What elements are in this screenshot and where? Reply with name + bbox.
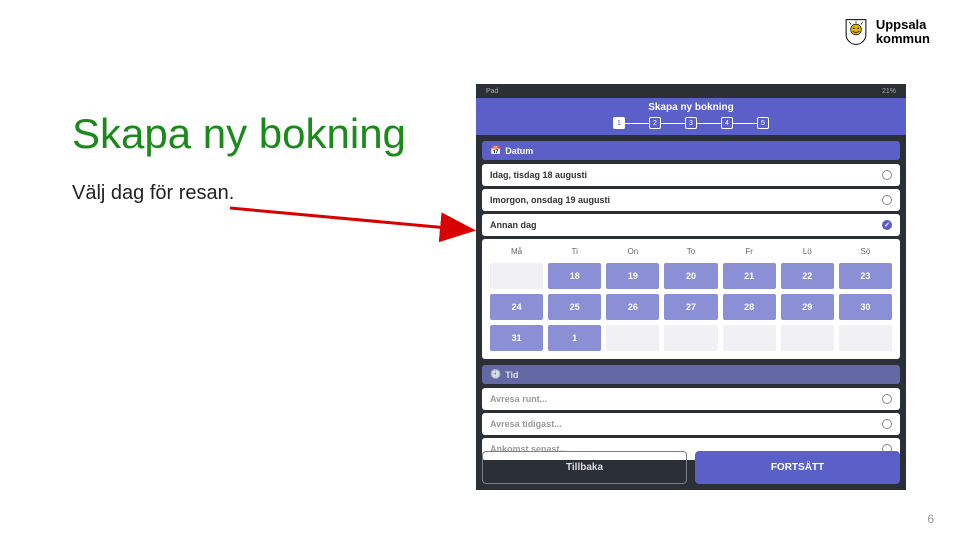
calendar-day[interactable]: 18 — [548, 263, 601, 289]
dow-label: Må — [490, 245, 543, 258]
calendar-empty-cell — [839, 325, 892, 351]
calendar-day[interactable]: 24 — [490, 294, 543, 320]
radio-unchecked-icon — [882, 195, 892, 205]
progress-stepper: 1 2 3 4 5 — [476, 117, 906, 129]
section-date-header: 📅 Datum — [482, 141, 900, 160]
step-4: 4 — [721, 117, 733, 129]
section-time-header: 🕘 Tid — [482, 365, 900, 384]
option-depart-earliest[interactable]: Avresa tidigast... — [482, 413, 900, 435]
calendar-day[interactable]: 19 — [606, 263, 659, 289]
status-left: Pad — [486, 88, 498, 95]
dow-label: Lö — [781, 245, 834, 258]
app-header: Skapa ny bokning 1 2 3 4 5 — [476, 98, 906, 135]
radio-unchecked-icon — [882, 419, 892, 429]
option-tomorrow-label: Imorgon, onsdag 19 augusti — [490, 195, 610, 205]
step-2: 2 — [649, 117, 661, 129]
step-1: 1 — [613, 117, 625, 129]
calendar-icon: 📅 — [490, 145, 501, 156]
uppsala-kommun-logo: Uppsala kommun — [842, 18, 930, 46]
calendar-day[interactable]: 20 — [664, 263, 717, 289]
page-number: 6 — [927, 512, 934, 526]
calendar-day[interactable]: 28 — [723, 294, 776, 320]
calendar-empty-cell — [781, 325, 834, 351]
footer-buttons: Tillbaka FORTSÄTT — [482, 451, 900, 484]
calendar-empty-cell — [723, 325, 776, 351]
slide-title: Skapa ny bokning — [72, 110, 406, 158]
back-button[interactable]: Tillbaka — [482, 451, 687, 484]
calendar-empty-cell — [490, 263, 543, 289]
step-5: 5 — [757, 117, 769, 129]
slide-subtitle: Välj dag för resan. — [72, 182, 234, 205]
red-arrow — [230, 200, 480, 250]
calendar-empty-cell — [664, 325, 717, 351]
section-time-label: Tid — [505, 370, 518, 380]
calendar-day[interactable]: 31 — [490, 325, 543, 351]
option-today[interactable]: Idag, tisdag 18 augusti — [482, 164, 900, 186]
radio-unchecked-icon — [882, 170, 892, 180]
logo-text-line1: Uppsala — [876, 18, 930, 32]
calendar-day[interactable]: 30 — [839, 294, 892, 320]
crest-icon — [842, 18, 870, 46]
calendar: MåTiOnToFrLöSö 1819202122232425262728293… — [482, 239, 900, 359]
option-depart-around-label: Avresa runt... — [490, 394, 547, 404]
calendar-day[interactable]: 21 — [723, 263, 776, 289]
option-depart-earliest-label: Avresa tidigast... — [490, 419, 562, 429]
radio-checked-icon — [882, 220, 892, 230]
option-other-day-label: Annan dag — [490, 220, 537, 230]
option-today-label: Idag, tisdag 18 augusti — [490, 170, 587, 180]
calendar-day[interactable]: 25 — [548, 294, 601, 320]
dow-label: On — [606, 245, 659, 258]
calendar-empty-cell — [606, 325, 659, 351]
app-header-title: Skapa ny bokning — [476, 102, 906, 113]
calendar-day[interactable]: 26 — [606, 294, 659, 320]
option-tomorrow[interactable]: Imorgon, onsdag 19 augusti — [482, 189, 900, 211]
status-right: 21% — [882, 88, 896, 95]
dow-label: To — [664, 245, 717, 258]
continue-button[interactable]: FORTSÄTT — [695, 451, 900, 484]
radio-unchecked-icon — [882, 394, 892, 404]
calendar-day[interactable]: 23 — [839, 263, 892, 289]
section-date-label: Datum — [505, 146, 533, 156]
dow-label: Sö — [839, 245, 892, 258]
calendar-day[interactable]: 27 — [664, 294, 717, 320]
option-depart-around[interactable]: Avresa runt... — [482, 388, 900, 410]
clock-icon: 🕘 — [490, 369, 501, 380]
option-other-day[interactable]: Annan dag — [482, 214, 900, 236]
app-screenshot: Pad 21% Skapa ny bokning 12345 📅 Datum I… — [476, 84, 906, 490]
dow-label: Fr — [723, 245, 776, 258]
step-3: 3 — [685, 117, 697, 129]
calendar-day[interactable]: 1 — [548, 325, 601, 351]
dow-label: Ti — [548, 245, 601, 258]
calendar-day[interactable]: 22 — [781, 263, 834, 289]
calendar-day[interactable]: 29 — [781, 294, 834, 320]
logo-text-line2: kommun — [876, 32, 930, 46]
status-bar: Pad 21% — [476, 84, 906, 98]
